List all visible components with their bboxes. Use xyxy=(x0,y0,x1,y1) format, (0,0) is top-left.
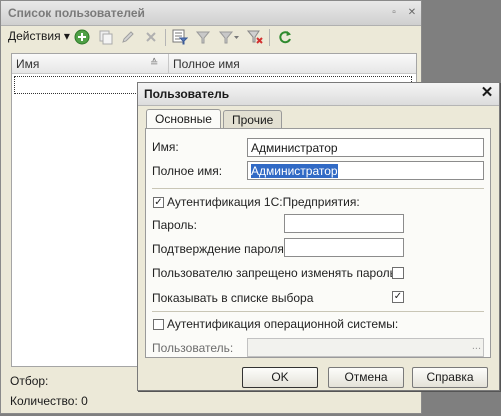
tab-main[interactable]: Основные xyxy=(146,109,221,129)
list-titlebar: Список пользователей ▫ ✕ xyxy=(1,1,421,26)
count-label: Количество: 0 xyxy=(10,394,88,408)
name-label: Имя: xyxy=(152,140,179,154)
password-confirm-label: Подтверждение пароля: xyxy=(152,242,288,256)
divider xyxy=(152,188,484,189)
list-window-title: Список пользователей xyxy=(8,6,145,20)
os-auth-label: Аутентификация операционной системы: xyxy=(167,317,399,331)
dialog-title: Пользователь xyxy=(144,87,230,101)
name-value: Администратор xyxy=(251,141,338,155)
tab-main-label: Основные xyxy=(155,112,212,126)
close-icon[interactable]: ✕ xyxy=(479,85,495,101)
clear-filter-icon[interactable] xyxy=(246,29,263,45)
actions-menu[interactable]: Действия ▾ xyxy=(8,29,70,43)
pin-icon[interactable]: ▫ xyxy=(388,7,400,19)
name-field[interactable]: Администратор xyxy=(247,138,484,157)
cancel-button[interactable]: Отмена xyxy=(328,367,404,388)
sort-icon[interactable]: ≙ xyxy=(150,58,158,69)
auth-1c-checkbox[interactable]: ✓ xyxy=(153,197,164,208)
column-divider[interactable] xyxy=(168,54,169,73)
fullname-value: Администратор xyxy=(251,164,338,178)
dialog-titlebar: Пользователь ✕ xyxy=(138,83,499,106)
refresh-icon[interactable] xyxy=(277,29,293,45)
os-user-label: Пользователь: xyxy=(152,341,234,355)
filter-settings-icon[interactable] xyxy=(172,29,189,45)
password-confirm-field[interactable] xyxy=(284,238,404,257)
list-toolbar: Действия ▾ xyxy=(1,26,421,48)
copy-icon[interactable] xyxy=(98,29,114,45)
edit-icon[interactable] xyxy=(120,29,136,45)
help-button[interactable]: Справка xyxy=(412,367,488,388)
os-auth-checkbox[interactable] xyxy=(153,319,164,330)
tab-other[interactable]: Прочие xyxy=(223,110,283,128)
toolbar-separator xyxy=(269,29,270,46)
table-header: Имя ≙ Полное имя xyxy=(12,54,416,74)
browse-button[interactable]: ... xyxy=(472,340,481,352)
user-dialog: Пользователь ✕ Основные Прочие Имя: Адми… xyxy=(137,82,500,391)
fullname-field[interactable]: Администратор xyxy=(247,161,484,180)
password-field[interactable] xyxy=(284,214,404,233)
column-header-name[interactable]: Имя xyxy=(16,57,39,71)
filter-label: Отбор: xyxy=(10,374,49,388)
filter-by-value-icon[interactable] xyxy=(218,29,239,45)
forbid-change-checkbox[interactable] xyxy=(392,267,404,279)
tab-other-label: Прочие xyxy=(232,113,274,127)
show-in-list-checkbox[interactable]: ✓ xyxy=(392,291,404,303)
forbid-change-label: Пользователю запрещено изменять пароль xyxy=(152,266,396,280)
close-icon[interactable]: ✕ xyxy=(406,7,418,19)
add-icon[interactable] xyxy=(74,29,90,45)
show-in-list-label: Показывать в списке выбора xyxy=(152,291,314,305)
delete-icon[interactable] xyxy=(143,29,159,45)
actions-menu-label: Действия xyxy=(8,29,61,43)
ok-button[interactable]: OK xyxy=(242,367,318,388)
fullname-label: Полное имя: xyxy=(152,164,223,178)
os-user-field[interactable]: ... xyxy=(247,338,484,357)
auth-1c-label: Аутентификация 1С:Предприятия: xyxy=(167,195,360,209)
tab-panel: Имя: Администратор Полное имя: Администр… xyxy=(145,128,491,358)
password-label: Пароль: xyxy=(152,218,197,232)
divider xyxy=(152,311,484,312)
filter-icon[interactable] xyxy=(195,29,211,45)
column-header-fullname[interactable]: Полное имя xyxy=(173,57,240,71)
toolbar-separator xyxy=(165,29,166,46)
